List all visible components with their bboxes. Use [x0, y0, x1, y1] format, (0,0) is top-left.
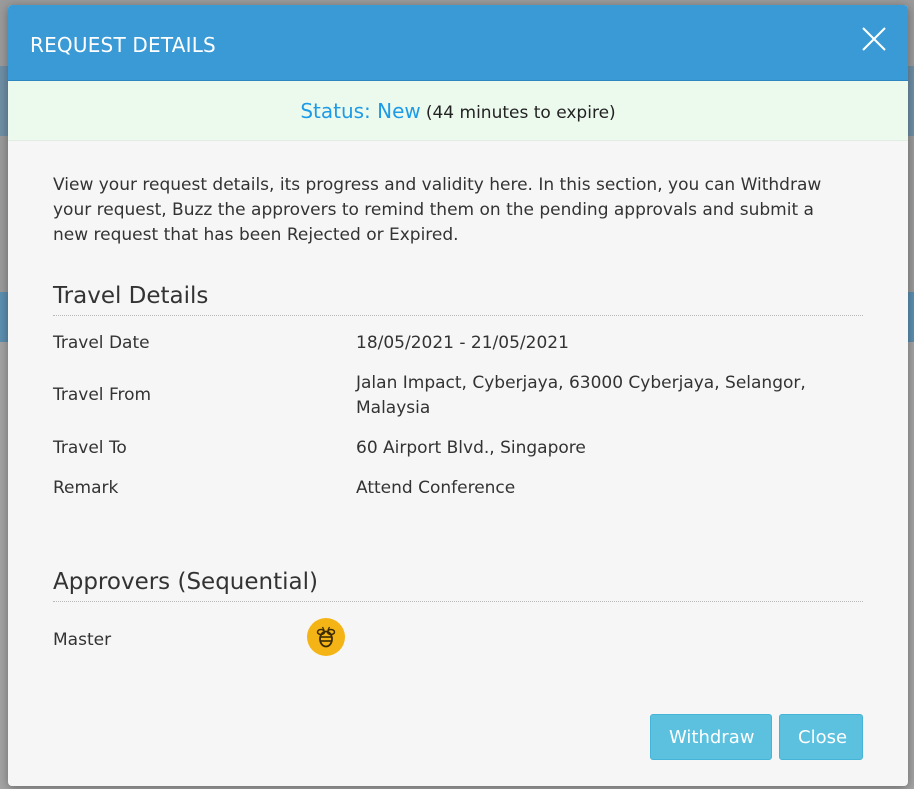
bee-icon[interactable]: [307, 618, 345, 656]
close-button[interactable]: Close: [779, 714, 863, 760]
withdraw-button[interactable]: Withdraw: [650, 714, 772, 760]
detail-value: 18/05/2021 - 21/05/2021: [356, 333, 569, 353]
detail-label: Travel Date: [53, 333, 150, 353]
detail-row-travel-date: Travel Date 18/05/2021 - 21/05/2021: [53, 331, 863, 356]
detail-label: Travel To: [53, 438, 127, 458]
detail-value: Attend Conference: [356, 478, 516, 498]
approver-name: Master: [53, 630, 112, 650]
detail-label: Travel From: [53, 385, 152, 405]
approver-row: Master: [53, 618, 863, 668]
intro-text: View your request details, its progress …: [53, 175, 822, 245]
detail-row-travel-from: Travel From Jalan Impact, Cyberjaya, 630…: [53, 371, 863, 421]
modal-body: View your request details, its progress …: [8, 173, 908, 668]
approvers-title: Approvers (Sequential): [53, 569, 863, 602]
status-label: Status: New: [300, 99, 421, 123]
detail-row-remark: Remark Attend Conference: [53, 476, 863, 501]
close-icon[interactable]: [860, 25, 888, 53]
modal-actions: Withdraw Close: [650, 714, 863, 760]
detail-value: Jalan Impact, Cyberjaya, 63000 Cyberjaya…: [356, 373, 806, 418]
detail-row-travel-to: Travel To 60 Airport Blvd., Singapore: [53, 436, 863, 461]
travel-details-title: Travel Details: [53, 283, 863, 316]
request-details-modal: REQUEST DETAILS Status: New (44 minutes …: [8, 5, 908, 786]
detail-label: Remark: [53, 478, 119, 498]
status-expiry-note: (44 minutes to expire): [425, 103, 616, 123]
status-bar: Status: New (44 minutes to expire): [8, 81, 908, 141]
detail-value: 60 Airport Blvd., Singapore: [356, 438, 586, 458]
modal-title: REQUEST DETAILS: [30, 33, 216, 57]
modal-header: REQUEST DETAILS: [8, 5, 908, 81]
